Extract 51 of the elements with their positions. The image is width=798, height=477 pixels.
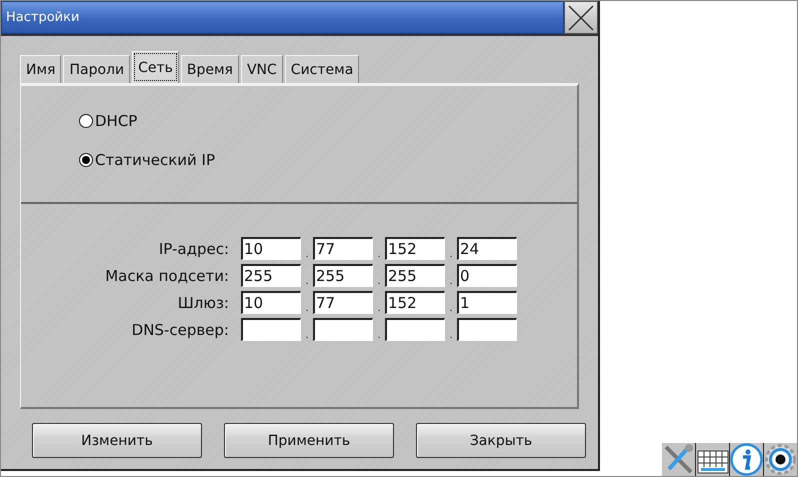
tab[interactable]: Система [284, 55, 360, 83]
input-field[interactable]: 10 [241, 291, 301, 314]
input-field[interactable]: 255 [313, 264, 373, 287]
field-label: IP-адрес: [158, 240, 230, 258]
input-field[interactable]: 10 [241, 237, 301, 260]
input-field[interactable] [385, 318, 445, 341]
input-field[interactable]: 255 [241, 264, 301, 287]
octet-separator: . [448, 331, 454, 341]
dialog-button[interactable]: Применить [224, 423, 394, 458]
tab[interactable]: Сеть [132, 51, 179, 83]
field-label: DNS-сервер: [130, 320, 230, 338]
tab[interactable]: Имя [20, 55, 62, 83]
input-field[interactable] [313, 318, 373, 341]
octet-separator: . [304, 250, 310, 260]
keyboard-icon[interactable] [696, 443, 729, 476]
input-field[interactable]: 1 [457, 291, 517, 314]
octet-separator: . [448, 277, 454, 287]
octet-separator: . [448, 304, 454, 314]
tab[interactable]: Время [180, 55, 239, 83]
settings-icon[interactable] [764, 443, 797, 476]
dialog-button[interactable]: Закрыть [416, 423, 586, 458]
close-button[interactable] [564, 1, 598, 34]
input-field[interactable]: 152 [385, 291, 445, 314]
input-field[interactable]: 0 [457, 264, 517, 287]
radio-label: Статический IP [95, 151, 216, 169]
octet-separator: . [376, 331, 382, 341]
dialog-button[interactable]: Изменить [32, 423, 202, 458]
field-label: Шлюз: [176, 294, 230, 312]
octet-separator: . [304, 277, 310, 287]
input-field[interactable]: 77 [313, 291, 373, 314]
radio-button[interactable] [79, 153, 93, 167]
octet-separator: . [376, 250, 382, 260]
input-field[interactable] [241, 318, 301, 341]
field-label: Маска подсети: [104, 266, 230, 284]
octet-separator: . [304, 304, 310, 314]
octet-separator: . [376, 304, 382, 314]
window-title: Настройки [1, 1, 564, 34]
input-field[interactable]: 24 [457, 237, 517, 260]
info-icon[interactable] [730, 443, 763, 476]
tab[interactable]: VNC [240, 55, 283, 83]
input-field[interactable] [457, 318, 517, 341]
tab[interactable]: Пароли [63, 55, 130, 83]
input-field[interactable]: 77 [313, 237, 373, 260]
close-icon [566, 4, 596, 32]
octet-separator: . [376, 277, 382, 287]
input-field[interactable]: 152 [385, 237, 445, 260]
input-field[interactable]: 255 [385, 264, 445, 287]
radio-label: DHCP [95, 112, 138, 130]
radio-button[interactable] [79, 114, 93, 128]
octet-separator: . [448, 250, 454, 260]
octet-separator: . [304, 331, 310, 341]
